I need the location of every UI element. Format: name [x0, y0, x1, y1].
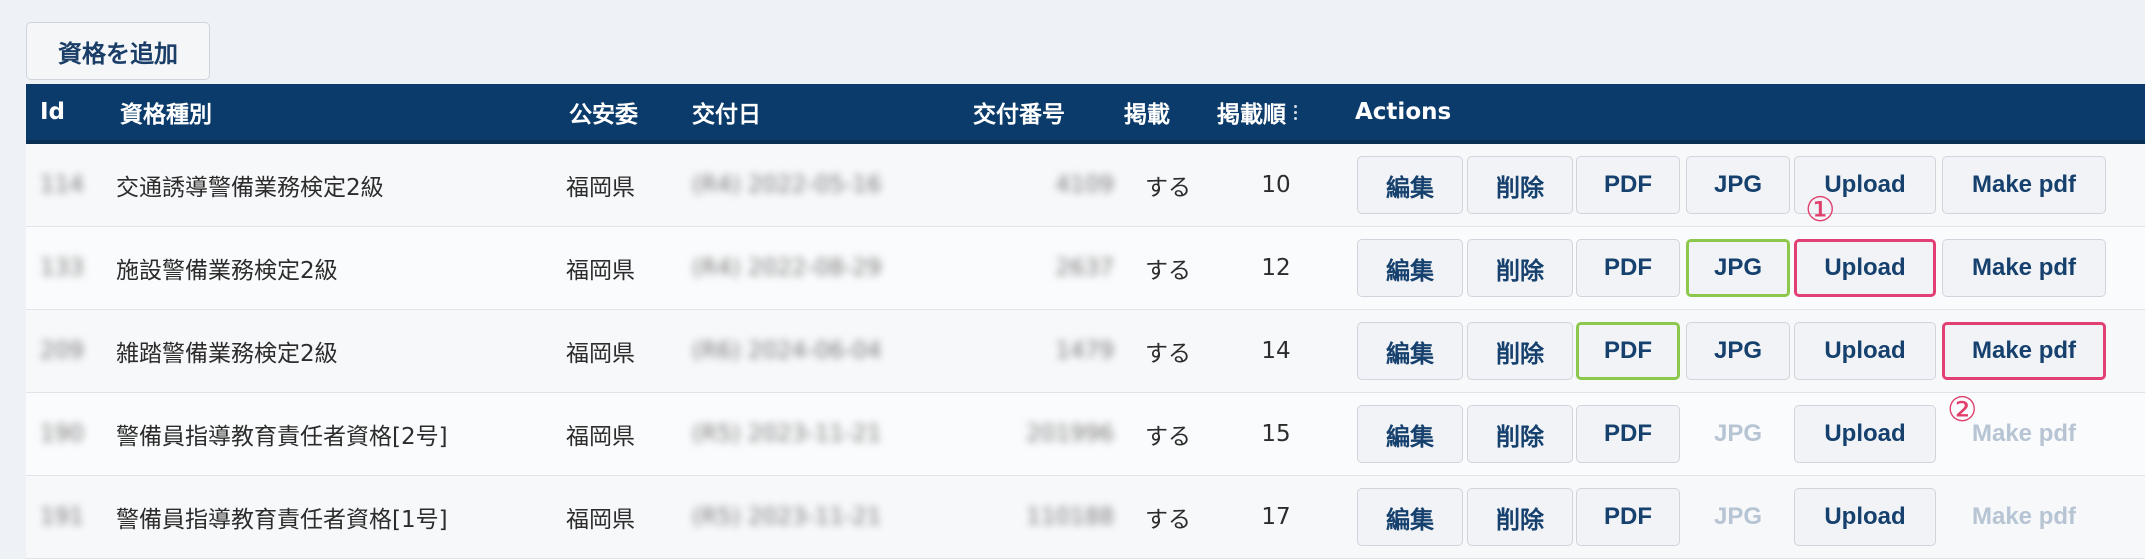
- edit-button[interactable]: 編集: [1357, 488, 1463, 546]
- publish-cell: する: [1145, 258, 1191, 284]
- delete-button[interactable]: 削除: [1467, 488, 1573, 546]
- upload-button[interactable]: Upload: [1794, 239, 1936, 297]
- edit-button[interactable]: 編集: [1357, 322, 1463, 380]
- jpg-button[interactable]: JPG: [1686, 322, 1790, 380]
- jpg-button[interactable]: JPG: [1686, 156, 1790, 214]
- header-type[interactable]: 資格種別: [120, 84, 212, 140]
- commission-cell: 福岡県: [566, 507, 635, 533]
- header-issue-number[interactable]: 交付番号: [973, 84, 1065, 140]
- upload-button[interactable]: Upload: [1794, 405, 1936, 463]
- edit-button[interactable]: 編集: [1357, 405, 1463, 463]
- id-cell: 114: [40, 172, 84, 198]
- make-pdf-button[interactable]: Make pdf: [1942, 239, 2106, 297]
- commission-cell: 福岡県: [566, 424, 635, 450]
- pdf-button[interactable]: PDF: [1576, 322, 1680, 380]
- table-row: 190 警備員指導教育責任者資格[2号] 福岡県 (R5) 2023-11-21…: [26, 393, 2145, 476]
- edit-button[interactable]: 編集: [1357, 156, 1463, 214]
- issue-date-cell: (R4) 2022-08-29: [692, 255, 882, 281]
- issue-number-cell: 110188: [1026, 504, 1114, 530]
- order-cell: 15: [1261, 421, 1291, 447]
- publish-cell: する: [1145, 507, 1191, 533]
- type-cell: 警備員指導教育責任者資格[1号]: [116, 507, 448, 533]
- jpg-button[interactable]: JPG: [1686, 239, 1790, 297]
- edit-button[interactable]: 編集: [1357, 239, 1463, 297]
- make-pdf-button[interactable]: Make pdf: [1942, 322, 2106, 380]
- jpg-button-disabled: JPG: [1713, 420, 1763, 447]
- delete-button[interactable]: 削除: [1467, 156, 1573, 214]
- publish-cell: する: [1145, 175, 1191, 201]
- header-publish[interactable]: 掲載: [1124, 84, 1170, 140]
- issue-date-cell: (R4) 2022-05-16: [692, 172, 882, 198]
- header-issue-date[interactable]: 交付日: [692, 84, 761, 140]
- upload-button[interactable]: Upload: [1794, 488, 1936, 546]
- header-id[interactable]: Id: [40, 84, 65, 140]
- commission-cell: 福岡県: [566, 175, 635, 201]
- type-cell: 雑踏警備業務検定2級: [116, 341, 338, 367]
- annotation-marker-2: ②: [1947, 390, 1978, 430]
- header-order-label: 掲載順: [1217, 102, 1286, 128]
- table-row: 133 施設警備業務検定2級 福岡県 (R4) 2022-08-29 2637 …: [26, 227, 2145, 310]
- pdf-button[interactable]: PDF: [1576, 156, 1680, 214]
- issue-date-cell: (R6) 2024-06-04: [692, 338, 882, 364]
- id-cell: 209: [40, 338, 84, 364]
- id-cell: 191: [40, 504, 84, 530]
- upload-button[interactable]: Upload: [1794, 322, 1936, 380]
- publish-cell: する: [1145, 424, 1191, 450]
- type-cell: 警備員指導教育責任者資格[2号]: [116, 424, 448, 450]
- id-cell: 133: [40, 255, 84, 281]
- issue-number-cell: 4109: [1055, 172, 1114, 198]
- pdf-button[interactable]: PDF: [1576, 488, 1680, 546]
- annotation-marker-1: ①: [1805, 190, 1836, 230]
- id-cell: 190: [40, 421, 84, 447]
- sort-icon[interactable]: [1294, 103, 1298, 121]
- issue-number-cell: 1479: [1055, 338, 1114, 364]
- make-pdf-button[interactable]: Make pdf: [1942, 156, 2106, 214]
- table-header: Id 資格種別 公安委 交付日 交付番号 掲載 掲載順 Actions: [26, 84, 2145, 144]
- make-pdf-button-disabled: Make pdf: [1971, 503, 2076, 530]
- qualifications-table: Id 資格種別 公安委 交付日 交付番号 掲載 掲載順 Actions 114 …: [26, 84, 2145, 559]
- issue-number-cell: 2637: [1055, 255, 1114, 281]
- order-cell: 14: [1261, 338, 1291, 364]
- header-commission[interactable]: 公安委: [569, 84, 638, 140]
- order-cell: 12: [1261, 255, 1291, 281]
- jpg-button-disabled: JPG: [1713, 503, 1763, 530]
- publish-cell: する: [1145, 341, 1191, 367]
- commission-cell: 福岡県: [566, 341, 635, 367]
- header-order[interactable]: 掲載順: [1217, 84, 1298, 140]
- type-cell: 交通誘導警備業務検定2級: [116, 175, 384, 201]
- delete-button[interactable]: 削除: [1467, 322, 1573, 380]
- table-row: 191 警備員指導教育責任者資格[1号] 福岡県 (R5) 2023-11-21…: [26, 476, 2145, 559]
- add-qualification-button[interactable]: 資格を追加: [26, 22, 210, 80]
- pdf-button[interactable]: PDF: [1576, 405, 1680, 463]
- pdf-button[interactable]: PDF: [1576, 239, 1680, 297]
- issue-number-cell: 201996: [1026, 421, 1114, 447]
- order-cell: 17: [1261, 504, 1291, 530]
- delete-button[interactable]: 削除: [1467, 239, 1573, 297]
- header-actions: Actions: [1355, 99, 1452, 125]
- type-cell: 施設警備業務検定2級: [116, 258, 338, 284]
- order-cell: 10: [1261, 172, 1291, 198]
- issue-date-cell: (R5) 2023-11-21: [692, 421, 882, 447]
- commission-cell: 福岡県: [566, 258, 635, 284]
- delete-button[interactable]: 削除: [1467, 405, 1573, 463]
- table-row: 209 雑踏警備業務検定2級 福岡県 (R6) 2024-06-04 1479 …: [26, 310, 2145, 393]
- issue-date-cell: (R5) 2023-11-21: [692, 504, 882, 530]
